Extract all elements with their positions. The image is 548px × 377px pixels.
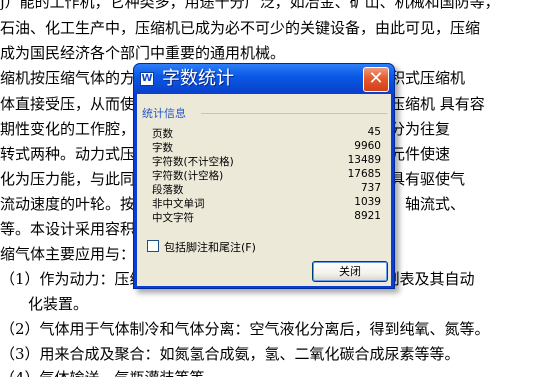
stat-value: 17685 <box>347 168 381 180</box>
stat-row-chars-with-spaces: 字符数(计空格) 17685 <box>137 168 391 182</box>
word-app-icon: W <box>140 72 154 86</box>
stat-row-paragraphs: 段落数 737 <box>137 182 391 196</box>
doc-line: （4）气体输送，气瓶灌装等等。 <box>0 369 220 377</box>
stat-value: 45 <box>367 126 381 138</box>
doc-line: 化装置。 <box>28 295 89 313</box>
stat-row-chars-no-spaces: 字符数(不计空格) 13489 <box>137 154 391 168</box>
stat-label: 段落数 <box>152 184 184 196</box>
doc-line: （3）用来合成及聚合：如氮氢合成氨，氢、二氧化碳合成尿素等等。 <box>0 345 460 363</box>
doc-line: 缩气体主要应用与： <box>0 245 136 263</box>
doc-line: 石油、化工生产中，压缩机已成为必不可少的关键设备，由此可见，压缩 <box>0 19 481 37</box>
stat-row-chinese-chars: 中文字符 8921 <box>137 210 391 224</box>
close-button[interactable]: 关闭 <box>312 261 388 282</box>
include-footnotes-label[interactable]: 包括脚注和尾注(F) <box>164 239 256 255</box>
stat-value: 1039 <box>354 196 381 208</box>
doc-line: （2）气体用于气体制冷和气体分离：空气液化分离后，得到纯氧、氮等。 <box>0 320 490 338</box>
word-count-dialog: W 字数统计 ✕ 统计信息 页数 45 字数 9960 字符数(不计空格) 13… <box>133 63 395 289</box>
dialog-titlebar[interactable]: W 字数统计 ✕ <box>134 64 394 94</box>
stat-label: 字符数(不计空格) <box>152 156 234 168</box>
stat-value: 737 <box>360 182 381 194</box>
dialog-title: 字数统计 <box>162 68 234 89</box>
stat-label: 页数 <box>152 128 173 140</box>
group-divider <box>201 113 387 114</box>
stat-row-pages: 页数 45 <box>137 126 391 140</box>
stat-value: 9960 <box>354 140 381 152</box>
close-icon[interactable]: ✕ <box>363 67 389 92</box>
stat-value: 8921 <box>354 210 381 222</box>
stat-row-words: 字数 9960 <box>137 140 391 154</box>
stat-label: 非中文单词 <box>152 198 205 210</box>
doc-line: j）能的工作机，它种类多，用途十分广泛，如冶金、矿山、机械和国防等， <box>0 0 500 11</box>
include-footnotes-checkbox[interactable] <box>147 240 159 252</box>
stat-value: 13489 <box>347 154 381 166</box>
stat-label: 中文字符 <box>152 212 194 224</box>
doc-line: 成为国民经济各个部门中重要的通用机械。 <box>0 44 286 62</box>
stats-group-label: 统计信息 <box>142 107 186 120</box>
dialog-client: 统计信息 页数 45 字数 9960 字符数(不计空格) 13489 字符数(计… <box>137 94 391 286</box>
stat-label: 字数 <box>152 142 173 154</box>
stat-row-non-chinese-words: 非中文单词 1039 <box>137 196 391 210</box>
stat-label: 字符数(计空格) <box>152 170 224 182</box>
